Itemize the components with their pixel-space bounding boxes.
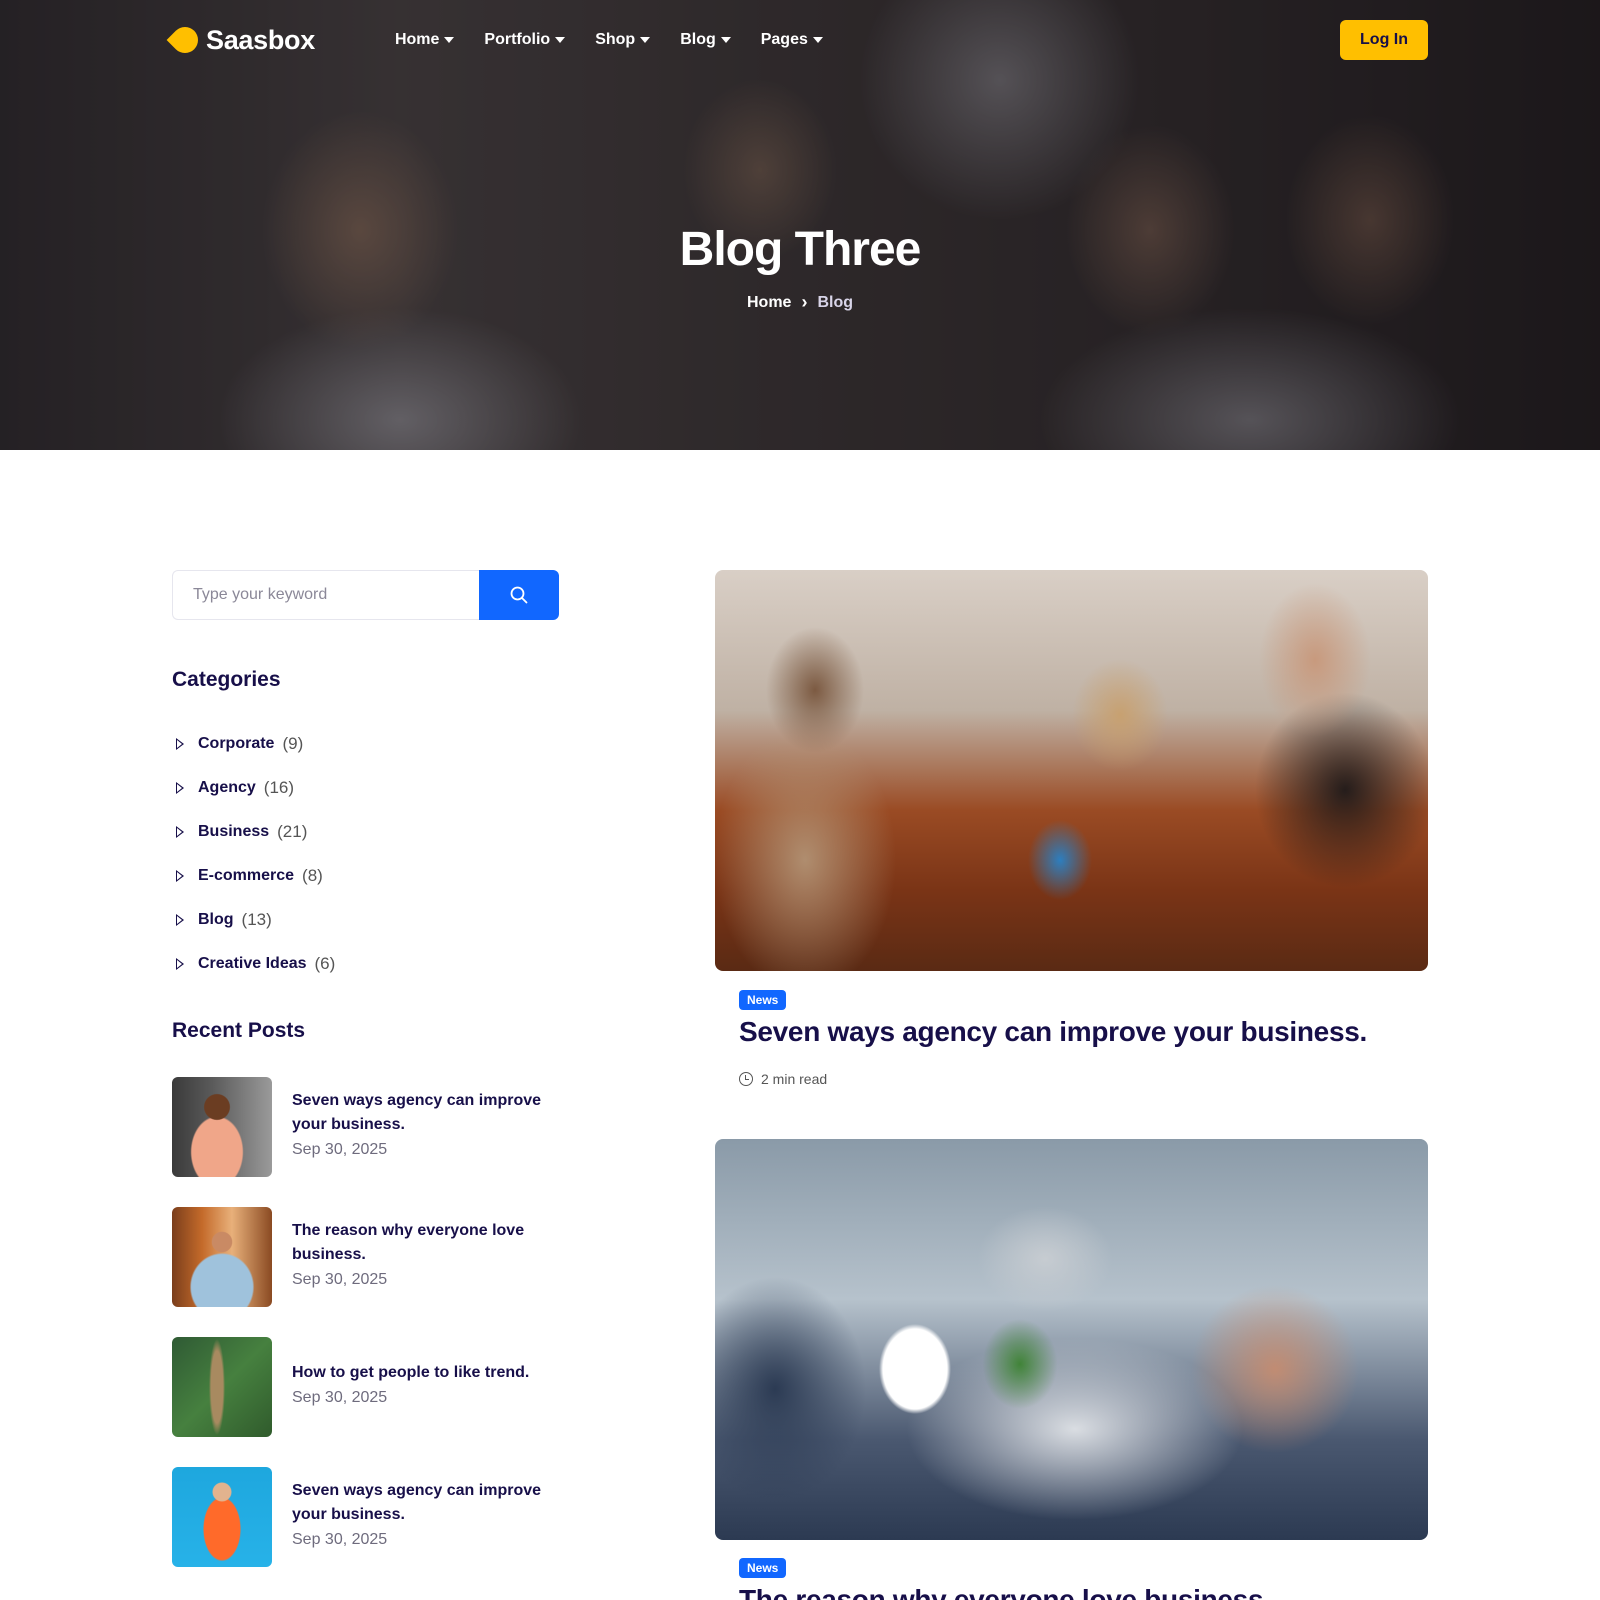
read-time-text: 2 min read: [761, 1071, 828, 1087]
triangle-right-icon: [176, 826, 184, 838]
breadcrumb-current: Blog: [817, 293, 853, 311]
hero-banner: Saasbox Home Portfolio Shop Blog Pages L…: [0, 0, 1600, 450]
triangle-right-icon: [176, 738, 184, 750]
recent-post-text: Seven ways agency can improve your busin…: [292, 1467, 552, 1567]
category-item-business[interactable]: Business (21): [172, 810, 335, 854]
caret-down-icon: [812, 37, 823, 43]
nav-item-home[interactable]: Home: [394, 31, 455, 49]
post-title[interactable]: The reason why everyone love business.: [739, 1584, 1271, 1600]
recent-post-date: Sep 30, 2025: [292, 1141, 388, 1158]
post-badge[interactable]: News: [739, 990, 787, 1010]
nav-label: Shop: [595, 31, 636, 48]
nav-label: Home: [394, 31, 440, 48]
categories-heading: Categories: [172, 668, 281, 691]
logo-text: Saasbox: [206, 24, 315, 55]
category-item-blog[interactable]: Blog (13): [172, 898, 335, 942]
nav-item-shop[interactable]: Shop: [595, 31, 651, 49]
recent-posts-list: Seven ways agency can improve your busin…: [172, 1077, 562, 1597]
clock-icon: [739, 1072, 753, 1086]
post-read-time: 2 min read: [739, 1071, 827, 1087]
post-featured-image[interactable]: [715, 1139, 1428, 1540]
nav-item-portfolio[interactable]: Portfolio: [484, 31, 566, 49]
triangle-right-icon: [176, 958, 184, 970]
category-name: Corporate: [198, 735, 275, 752]
post-category: News: [739, 1558, 787, 1578]
recent-post-thumbnail: [172, 1467, 272, 1567]
recent-post-title[interactable]: How to get people to like trend.: [292, 1361, 552, 1385]
breadcrumb: Home › Blog: [0, 292, 1600, 313]
main-menu: Home Portfolio Shop Blog Pages: [395, 31, 823, 49]
caret-down-icon: [640, 37, 651, 43]
caret-down-icon: [720, 37, 731, 43]
triangle-right-icon: [176, 914, 184, 926]
category-name: Blog: [198, 911, 234, 928]
recent-post-item[interactable]: Seven ways agency can improve your busin…: [172, 1077, 562, 1177]
recent-post-thumbnail: [172, 1337, 272, 1437]
search-button[interactable]: [479, 570, 559, 620]
recent-post-text: How to get people to like trend. Sep 30,…: [292, 1337, 552, 1437]
logo[interactable]: Saasbox: [166, 21, 315, 59]
category-count: (16): [263, 778, 295, 797]
top-navigation: Saasbox Home Portfolio Shop Blog Pages L…: [166, 20, 1428, 60]
category-item-corporate[interactable]: Corporate (9): [172, 722, 335, 766]
chevron-right-icon: ›: [801, 292, 808, 312]
search-input[interactable]: [172, 570, 479, 620]
recent-post-date: Sep 30, 2025: [292, 1531, 388, 1548]
recent-post-title[interactable]: Seven ways agency can improve your busin…: [292, 1479, 552, 1527]
recent-post-item[interactable]: The reason why everyone love business. S…: [172, 1207, 562, 1307]
category-name: Agency: [198, 779, 256, 796]
recent-post-item[interactable]: How to get people to like trend. Sep 30,…: [172, 1337, 562, 1437]
search-icon: [510, 586, 528, 604]
nav-label: Pages: [760, 31, 808, 48]
category-name: Creative Ideas: [198, 955, 307, 972]
category-count: (9): [282, 734, 304, 753]
post-category: News: [739, 990, 787, 1010]
post-badge[interactable]: News: [739, 1558, 787, 1578]
recent-post-thumbnail: [172, 1207, 272, 1307]
login-button[interactable]: Log In: [1340, 20, 1428, 60]
category-item-agency[interactable]: Agency (16): [172, 766, 335, 810]
nav-label: Portfolio: [484, 31, 551, 48]
recent-post-date: Sep 30, 2025: [292, 1271, 388, 1288]
post-featured-image[interactable]: [715, 570, 1428, 971]
triangle-right-icon: [176, 870, 184, 882]
nav-label: Blog: [680, 31, 716, 48]
category-name: Business: [198, 823, 270, 840]
recent-post-title[interactable]: Seven ways agency can improve your busin…: [292, 1089, 552, 1137]
nav-item-pages[interactable]: Pages: [761, 31, 823, 49]
post-title[interactable]: Seven ways agency can improve your busin…: [739, 1016, 1367, 1048]
recent-posts-heading: Recent Posts: [172, 1019, 306, 1042]
category-name: E-commerce: [198, 867, 295, 884]
search-form: [172, 570, 559, 620]
category-count: (6): [314, 954, 336, 973]
logo-icon: [166, 21, 204, 59]
triangle-right-icon: [176, 782, 184, 794]
categories-list: Corporate (9) Agency (16) Business (21) …: [172, 722, 335, 986]
caret-down-icon: [444, 37, 455, 43]
page-title: Blog Three: [679, 223, 922, 276]
recent-post-date: Sep 30, 2025: [292, 1389, 388, 1406]
breadcrumb-home-link[interactable]: Home: [747, 294, 791, 312]
recent-post-thumbnail: [172, 1077, 272, 1177]
recent-post-text: Seven ways agency can improve your busin…: [292, 1077, 552, 1177]
recent-post-title[interactable]: The reason why everyone love business.: [292, 1219, 552, 1267]
recent-post-item[interactable]: Seven ways agency can improve your busin…: [172, 1467, 562, 1567]
nav-item-blog[interactable]: Blog: [680, 31, 731, 49]
category-count: (21): [277, 822, 308, 841]
category-item-creative-ideas[interactable]: Creative Ideas (6): [172, 942, 335, 986]
category-count: (13): [241, 910, 272, 929]
caret-down-icon: [555, 37, 566, 43]
category-count: (8): [302, 866, 323, 885]
recent-post-text: The reason why everyone love business. S…: [292, 1207, 552, 1307]
category-item-ecommerce[interactable]: E-commerce (8): [172, 854, 335, 898]
